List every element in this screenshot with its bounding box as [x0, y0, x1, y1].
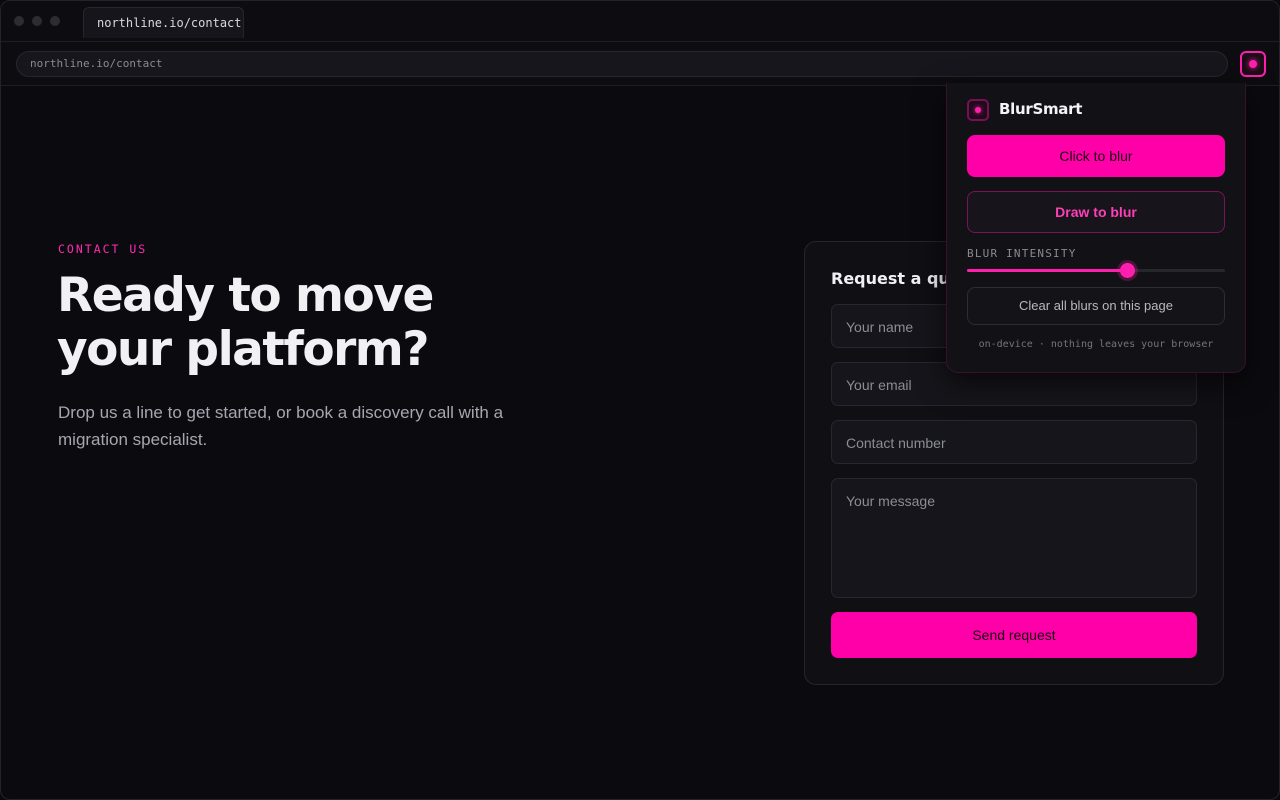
address-bar[interactable]: northline.io/contact	[16, 51, 1228, 77]
page-subtext: Drop us a line to get started, or book a…	[58, 403, 504, 449]
extension-dot-icon	[1249, 60, 1257, 68]
title-bar: northline.io/contact	[1, 1, 1279, 42]
browser-window: northline.io/contact northline.io/contac…	[0, 0, 1280, 800]
send-request-button[interactable]: Send request	[831, 612, 1197, 658]
extension-name: BlurSmart	[999, 100, 1083, 118]
contact-number-field[interactable]: Contact number	[831, 420, 1197, 464]
browser-toolbar: northline.io/contact	[1, 42, 1279, 86]
blursmart-popup: BlurSmart Click to blur Draw to blur BLU…	[946, 83, 1246, 373]
section-eyebrow: CONTACT US	[58, 242, 148, 256]
message-field[interactable]: Your message	[831, 478, 1197, 598]
logo-dot	[975, 107, 981, 113]
blur-intensity-slider[interactable]	[967, 263, 1225, 278]
window-close-dot[interactable]	[14, 16, 24, 26]
window-maximize-dot[interactable]	[50, 16, 60, 26]
blur-intensity-label: BLUR INTENSITY	[967, 247, 1077, 260]
slider-thumb[interactable]	[1119, 263, 1135, 278]
slider-fill	[967, 269, 1127, 272]
browser-tab[interactable]: northline.io/contact	[83, 7, 244, 38]
clear-all-blurs-button[interactable]: Clear all blurs on this page	[967, 287, 1225, 325]
click-to-blur-button[interactable]: Click to blur	[967, 135, 1225, 177]
blursmart-logo-icon	[967, 99, 989, 121]
draw-to-blur-button[interactable]: Draw to blur	[967, 191, 1225, 233]
privacy-footnote: on-device · nothing leaves your browser	[978, 339, 1214, 350]
window-minimize-dot[interactable]	[32, 16, 42, 26]
blursmart-extension-button[interactable]	[1240, 51, 1266, 77]
page-headline: Ready to move your platform?	[57, 268, 434, 377]
